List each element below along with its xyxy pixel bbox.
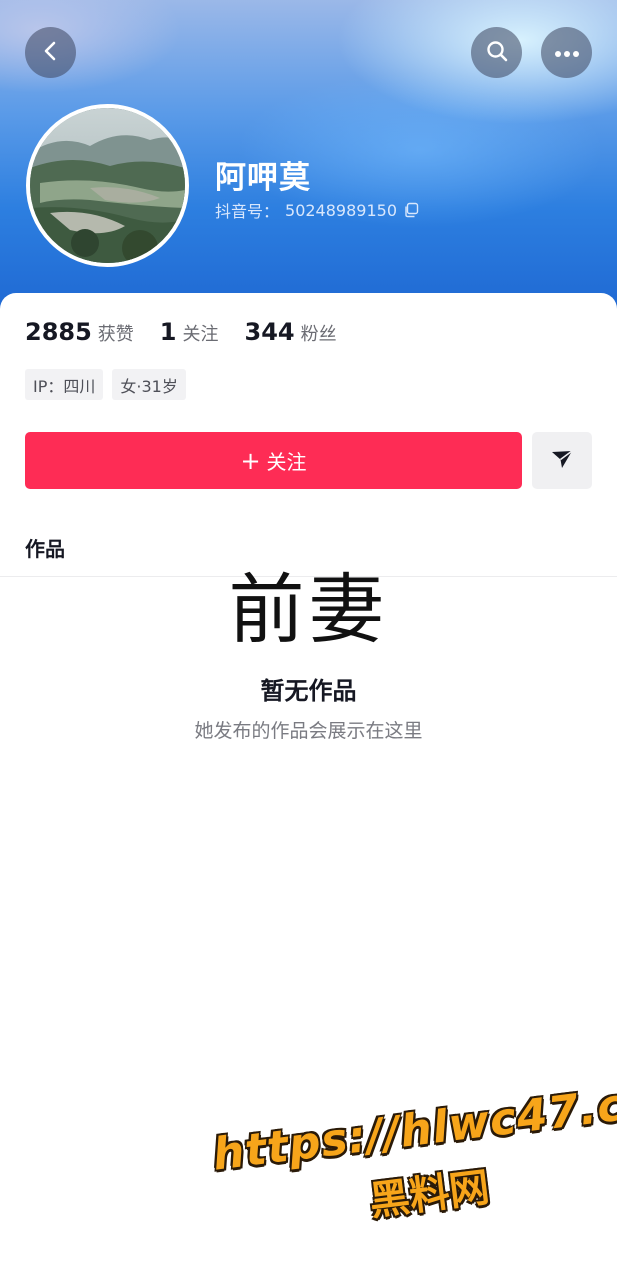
back-button[interactable] xyxy=(25,27,76,78)
profile-header: 阿呷莫 抖音号： 50248989150 xyxy=(0,0,617,320)
empty-state-title: 暂无作品 xyxy=(260,677,357,705)
ip-location-tag: IP：四川 xyxy=(25,369,104,400)
profile-stats: 2885 获赞 1 关注 344 粉丝 xyxy=(25,318,363,346)
send-icon xyxy=(550,447,574,475)
douyin-id-label: 抖音号： xyxy=(215,202,280,221)
follow-label: 关注 xyxy=(266,450,307,474)
username: 阿呷莫 xyxy=(215,160,311,196)
stat-label: 关注 xyxy=(182,324,219,345)
more-horizontal-icon xyxy=(554,43,580,62)
search-button[interactable] xyxy=(471,27,522,78)
stat-value: 1 xyxy=(159,318,177,346)
watermark-name: 黑料网 xyxy=(367,1164,492,1225)
stat-value: 2885 xyxy=(25,318,92,346)
stat-value: 344 xyxy=(244,318,295,346)
plus-icon: + xyxy=(240,446,261,475)
search-icon xyxy=(485,39,509,67)
stat-followers[interactable]: 344 粉丝 xyxy=(245,318,337,346)
message-button[interactable] xyxy=(532,432,592,489)
overlay-caption: 前妻 xyxy=(228,565,389,654)
avatar[interactable] xyxy=(26,104,189,267)
follow-button[interactable]: + 关注 xyxy=(25,432,522,489)
profile-tags: IP：四川 女·31岁 xyxy=(25,369,186,400)
douyin-id-value: 50248989150 xyxy=(285,200,397,220)
empty-state-subtitle: 她发布的作品会展示在这里 xyxy=(194,720,423,742)
stat-label: 获赞 xyxy=(97,324,134,345)
douyin-id: 抖音号： 50248989150 xyxy=(215,198,419,222)
stat-following[interactable]: 1 关注 xyxy=(160,318,219,346)
stat-likes[interactable]: 2885 获赞 xyxy=(25,318,134,346)
stat-label: 粉丝 xyxy=(300,324,337,345)
chevron-left-icon xyxy=(40,40,62,66)
copy-icon[interactable] xyxy=(403,202,419,218)
more-button[interactable] xyxy=(541,27,592,78)
profile-page: 阿呷莫 抖音号： 50248989150 2885 获赞 1 关注 344 粉丝… xyxy=(0,0,617,1280)
gender-age-tag: 女·31岁 xyxy=(112,369,186,400)
